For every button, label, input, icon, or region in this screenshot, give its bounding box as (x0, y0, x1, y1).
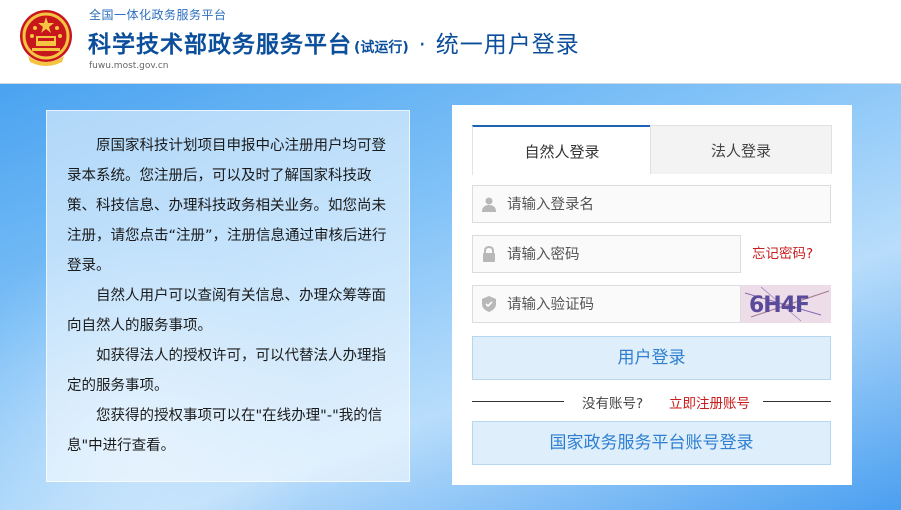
info-paragraph: 您获得的授权事项可以在"在线办理"-"我的信息"中进行查看。 (67, 408, 383, 454)
shield-icon (481, 296, 497, 312)
title-separator: · (418, 33, 426, 58)
divider-right (763, 401, 831, 402)
page-title: 科学技术部政务服务平台 (试运行) · 统一用户登录 (88, 25, 580, 59)
info-text: 原国家科技计划项目申报中心注册用户均可登录本系统。您注册后，可以及时了解国家科技… (67, 131, 389, 461)
info-paragraph: 如获得法人的授权许可，可以代替法人办理指定的服务事项。 (67, 348, 386, 394)
password-input[interactable] (505, 236, 729, 274)
page-header: 全国一体化政务服务平台 科学技术部政务服务平台 (试运行) · 统一用户登录 fuwu… (0, 0, 901, 84)
info-paragraph: 自然人用户可以查阅有关信息、办理众筹等面向自然人的服务事项。 (67, 288, 386, 334)
info-panel: 原国家科技计划项目申报中心注册用户均可登录本系统。您注册后，可以及时了解国家科技… (46, 110, 410, 482)
captcha-text: 6H4F (749, 293, 809, 318)
title-trial-label: (试运行) (354, 40, 409, 56)
username-input[interactable] (505, 186, 729, 224)
register-link[interactable]: 立即注册账号 (669, 392, 750, 412)
forgot-password-link[interactable]: 忘记密码? (752, 235, 813, 273)
captcha-image[interactable]: 6H4F (741, 285, 831, 323)
platform-top-line: 全国一体化政务服务平台 (89, 8, 227, 22)
password-field (472, 235, 741, 274)
tab-natural-person-login[interactable]: 自然人登录 (472, 125, 651, 175)
login-card: 自然人登录 法人登录 忘记密码? (452, 105, 852, 485)
user-icon (481, 196, 497, 212)
username-field (472, 185, 831, 224)
lock-icon (481, 245, 497, 262)
captcha-field (472, 285, 741, 324)
captcha-input[interactable] (505, 286, 729, 324)
title-subtitle: 统一用户登录 (435, 32, 580, 58)
title-main: 科学技术部政务服务平台 (88, 32, 352, 58)
domain-text: fuwu.most.gov.cn (89, 61, 169, 71)
national-emblem-icon (18, 8, 74, 70)
national-platform-login-button[interactable]: 国家政务服务平台账号登录 (472, 421, 831, 465)
register-row: 没有账号? 立即注册账号 (472, 390, 831, 412)
user-login-button[interactable]: 用户登录 (472, 336, 831, 380)
tab-legal-person-login[interactable]: 法人登录 (650, 125, 832, 174)
divider-left (472, 401, 564, 402)
login-tabs: 自然人登录 法人登录 (472, 125, 832, 175)
no-account-label: 没有账号? (582, 396, 644, 412)
info-paragraph: 原国家科技计划项目申报中心注册用户均可登录本系统。您注册后，可以及时了解国家科技… (67, 138, 387, 274)
main-area: 原国家科技计划项目申报中心注册用户均可登录本系统。您注册后，可以及时了解国家科技… (0, 84, 901, 510)
